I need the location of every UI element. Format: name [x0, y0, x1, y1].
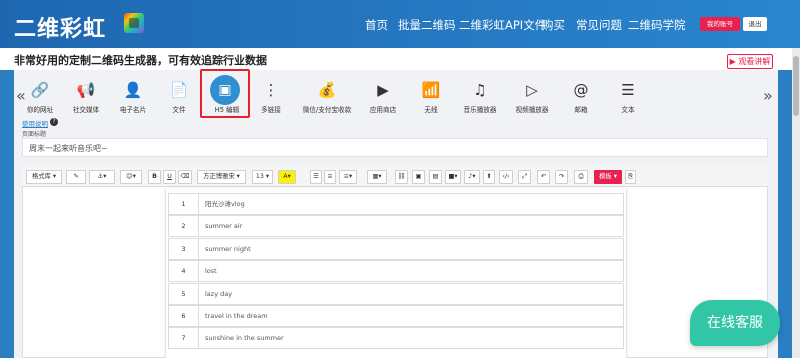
logout-button[interactable]: 退出 — [743, 17, 767, 31]
at-sign-icon: @ — [573, 81, 589, 99]
row-number: 4 — [169, 261, 199, 281]
table-row[interactable]: 4 lost — [168, 260, 624, 282]
payment-icon: 💰 — [317, 81, 337, 99]
row-number: 5 — [169, 284, 199, 304]
track-title: lazy day — [205, 290, 233, 298]
page-title-input[interactable]: 周末一起来听音乐吧~ — [22, 138, 768, 157]
app-store-icon: ▶ — [377, 81, 389, 99]
slogan: 非常好用的定制二维码生成器，可有效追踪行业数据 — [14, 54, 267, 67]
track-title: sunshine in the summer — [205, 334, 284, 342]
usage-guide-link[interactable]: 使用说明 — [22, 118, 48, 128]
watch-tutorial-button[interactable]: ▶ 观看讲解 — [727, 54, 773, 69]
tool-label: 文本 — [621, 106, 635, 114]
track-title: travel in the dream — [205, 312, 268, 320]
nav-buy[interactable]: 购买 — [542, 17, 565, 33]
video-play-icon: ▷ — [526, 81, 538, 99]
nav-qr-academy[interactable]: 二维码学院 — [628, 17, 686, 33]
undo-icon[interactable]: ↶ — [537, 170, 550, 184]
image-icon[interactable]: ▤ — [429, 170, 442, 184]
row-number: 2 — [169, 216, 199, 236]
track-title: 阳光沙滩vlog — [205, 200, 245, 208]
video-icon[interactable]: ■▾ — [445, 170, 461, 184]
row-number: 1 — [169, 194, 199, 214]
page-title-label: 页面标题 — [22, 131, 47, 138]
track-title: lost — [205, 267, 217, 275]
bullet-list-icon[interactable]: ☰ — [310, 170, 322, 184]
link-insert-icon[interactable]: ⛓ — [395, 170, 408, 184]
tool-text[interactable]: ☰ 文本 — [602, 76, 654, 118]
megaphone-icon: 📢 — [76, 81, 96, 99]
row-number: 3 — [169, 239, 199, 259]
redo-icon[interactable]: ↷ — [555, 170, 568, 184]
export-icon[interactable]: ⎘ — [625, 170, 636, 184]
tool-multi-link[interactable]: ⋮ 多链接 — [245, 76, 297, 118]
format-library-dropdown[interactable]: 格式库 ▾ — [26, 170, 62, 184]
fullscreen-icon[interactable]: ⤢ — [518, 170, 531, 184]
format-library-label: 格式库 — [31, 173, 51, 180]
share-nodes-icon: ⋮ — [263, 81, 279, 99]
magic-wand-icon[interactable]: ✎ — [66, 170, 86, 184]
template-label: 模板 — [599, 173, 612, 180]
tools-next-arrow[interactable]: » — [763, 86, 773, 105]
emoji-icon[interactable]: ☺▾ — [120, 170, 142, 184]
scrollbar-thumb[interactable] — [793, 56, 799, 116]
tool-payment[interactable]: 💰 微信/支付宝收款 — [301, 76, 353, 118]
align-icon[interactable]: ≡▾ — [339, 170, 357, 184]
table-row[interactable]: 1 阳光沙滩vlog — [168, 193, 624, 215]
file-icon: 📄 — [169, 81, 189, 99]
text-color-icon[interactable]: A▾ — [278, 170, 296, 184]
logo-text[interactable]: 二维彩虹 — [14, 11, 106, 43]
table-icon[interactable]: ▦▾ — [367, 170, 387, 184]
music-note-icon: ♫ — [473, 81, 487, 99]
upload-icon[interactable]: ⬆ — [483, 170, 495, 184]
bold-icon[interactable]: B — [148, 170, 161, 184]
table-row[interactable]: 5 lazy day — [168, 283, 624, 305]
font-family-dropdown[interactable]: 方正博雅宋 ▾ — [197, 170, 246, 184]
track-title: summer air — [205, 222, 243, 230]
person-icon: 👤 — [123, 81, 143, 99]
template-dropdown[interactable]: 模板 ▾ — [594, 170, 622, 184]
table-row[interactable]: 3 summer night — [168, 238, 624, 260]
row-number: 7 — [169, 328, 199, 348]
help-question-icon[interactable]: ? — [50, 118, 58, 126]
logo-icon[interactable] — [124, 13, 144, 33]
audio-icon[interactable]: ♪▾ — [464, 170, 480, 184]
online-support-button[interactable]: 在线客服 — [690, 300, 780, 346]
row-number: 6 — [169, 306, 199, 326]
nav-faq[interactable]: 常见问题 — [576, 17, 622, 33]
font-size-label: 13 — [255, 173, 264, 180]
clear-format-icon[interactable]: ⌫ — [178, 170, 192, 184]
tool-label: 微信/支付宝收款 — [302, 106, 352, 114]
track-title: summer night — [205, 245, 251, 253]
tool-label: 多链接 — [261, 106, 281, 114]
my-account-button[interactable]: 我的账号 — [700, 17, 740, 31]
numbered-list-icon[interactable]: ≡ — [324, 170, 336, 184]
text-lines-icon: ☰ — [621, 81, 635, 99]
font-size-dropdown[interactable]: 13 ▾ — [252, 170, 273, 184]
nav-batch-qr[interactable]: 批量二维码 — [398, 17, 456, 33]
font-family-label: 方正博雅宋 — [203, 173, 235, 180]
table-row[interactable]: 6 travel in the dream — [168, 305, 624, 327]
wifi-icon: 📶 — [421, 81, 441, 99]
image-gallery-icon[interactable]: ▣ — [412, 170, 425, 184]
code-view-icon[interactable]: ‹/› — [499, 170, 513, 184]
link-icon: 🔗 — [30, 81, 50, 99]
h5-editor-icon: ▣ — [210, 75, 240, 105]
tool-music-player[interactable]: ♫ 音乐播放器 — [454, 76, 506, 118]
nav-home[interactable]: 首页 — [365, 17, 388, 33]
underline-icon[interactable]: U — [163, 170, 176, 184]
table-row[interactable]: 2 summer air — [168, 215, 624, 237]
print-icon[interactable]: ⎙ — [574, 170, 588, 184]
nav-api-docs[interactable]: 二维彩虹API文件 — [459, 17, 546, 33]
anchor-icon[interactable]: ⚓▾ — [89, 170, 115, 184]
table-row[interactable]: 7 sunshine in the summer — [168, 327, 624, 349]
